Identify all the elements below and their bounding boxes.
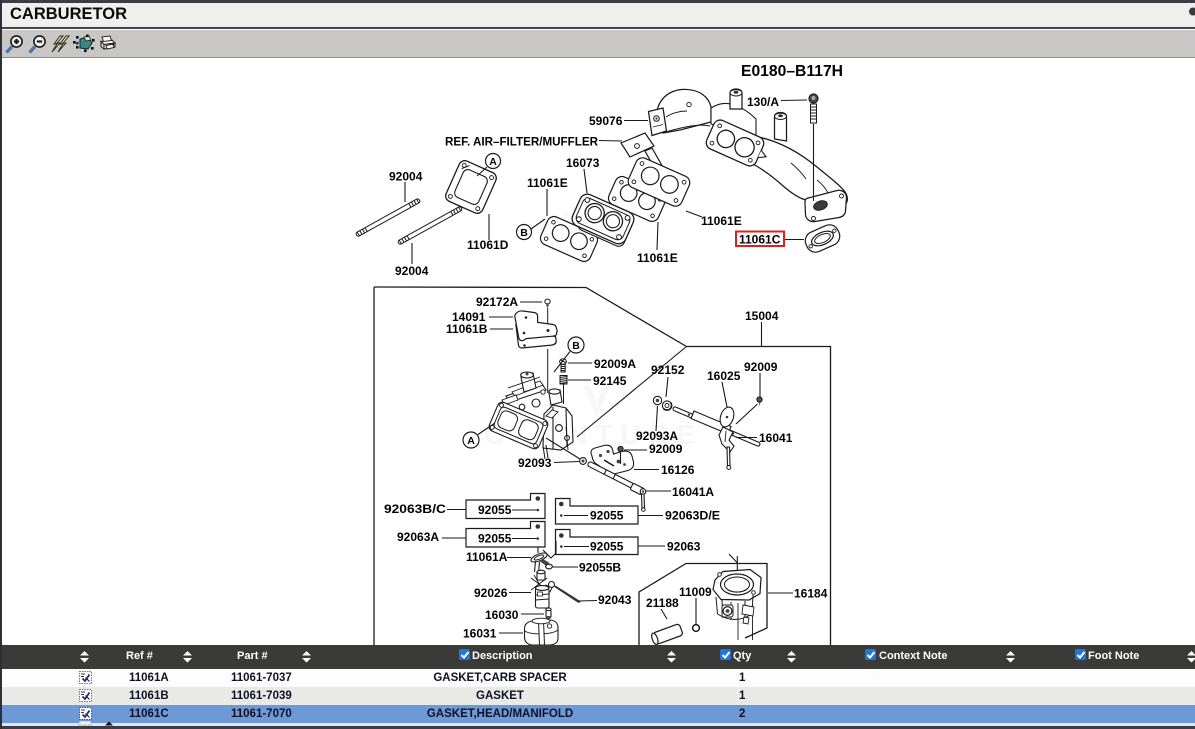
svg-text:A: A <box>467 435 475 447</box>
svg-text:92009: 92009 <box>649 442 683 456</box>
svg-text:92055B: 92055B <box>579 561 621 575</box>
svg-text:16073: 16073 <box>566 156 600 170</box>
svg-text:16031: 16031 <box>463 627 497 641</box>
svg-text:11061E: 11061E <box>527 176 568 190</box>
svg-text:11061A: 11061A <box>466 550 508 564</box>
svg-text:92055: 92055 <box>590 540 624 554</box>
svg-text:11009: 11009 <box>679 585 712 599</box>
svg-text:130/A: 130/A <box>747 95 779 109</box>
svg-text:92009A: 92009A <box>594 357 636 371</box>
svg-text:16184: 16184 <box>794 587 828 601</box>
svg-text:REF. AIR–FILTER/MUFFLER: REF. AIR–FILTER/MUFFLER <box>445 135 598 149</box>
svg-text:92063: 92063 <box>667 540 701 554</box>
svg-text:B: B <box>520 227 528 239</box>
svg-text:92093: 92093 <box>518 456 552 470</box>
svg-text:92055: 92055 <box>478 532 512 546</box>
svg-text:92152: 92152 <box>651 363 685 377</box>
svg-text:92004: 92004 <box>389 170 423 184</box>
svg-text:92063A: 92063A <box>397 530 439 544</box>
svg-text:A: A <box>489 156 497 168</box>
svg-text:92004: 92004 <box>395 264 429 278</box>
svg-text:11061E: 11061E <box>701 214 742 228</box>
svg-text:16041A: 16041A <box>672 485 714 499</box>
svg-text:92055: 92055 <box>478 503 512 517</box>
svg-text:21188: 21188 <box>646 596 679 610</box>
svg-text:16126: 16126 <box>661 463 695 477</box>
svg-text:11061E: 11061E <box>637 251 678 265</box>
svg-text:15004: 15004 <box>745 309 779 323</box>
svg-text:92063D/E: 92063D/E <box>665 509 720 523</box>
svg-text:92009: 92009 <box>744 360 778 374</box>
svg-text:B: B <box>572 340 580 352</box>
svg-text:16041: 16041 <box>759 431 793 445</box>
svg-text:11061D: 11061D <box>467 238 509 252</box>
svg-text:16025: 16025 <box>707 369 741 383</box>
svg-text:92026: 92026 <box>474 586 508 600</box>
svg-text:11061B: 11061B <box>446 322 488 336</box>
svg-text:92043: 92043 <box>598 593 632 607</box>
svg-text:92055: 92055 <box>590 509 624 523</box>
svg-text:92172A: 92172A <box>476 295 518 309</box>
svg-text:E0180–B117H: E0180–B117H <box>741 63 843 80</box>
svg-text:16030: 16030 <box>485 608 519 622</box>
svg-text:92145: 92145 <box>593 374 627 388</box>
svg-text:92063B/C: 92063B/C <box>384 502 446 516</box>
svg-text:11061C: 11061C <box>739 233 781 247</box>
svg-text:92093A: 92093A <box>636 429 678 443</box>
svg-text:59076: 59076 <box>589 114 623 128</box>
